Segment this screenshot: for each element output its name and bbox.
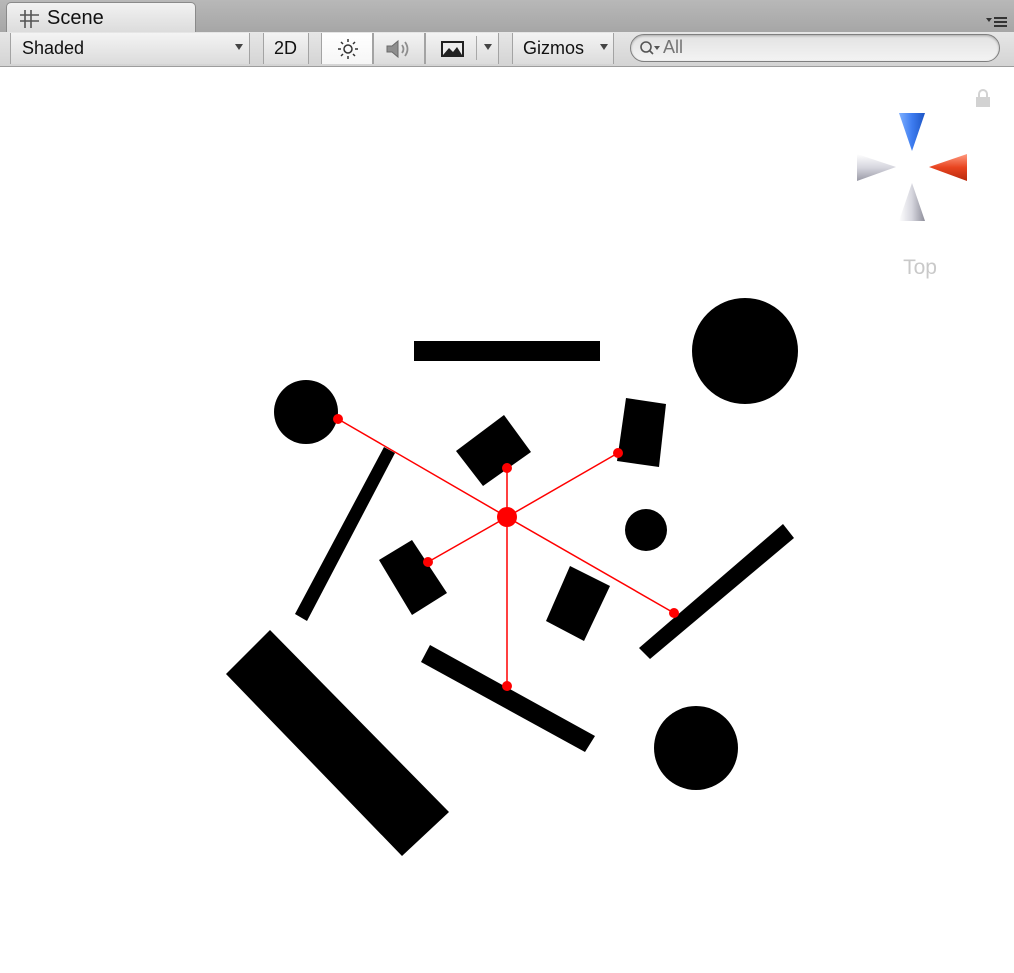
view-orientation-label[interactable]: Top: [880, 256, 960, 280]
bar-top[interactable]: [414, 341, 600, 361]
search-icon[interactable]: [639, 40, 663, 61]
hierarchy-search-field[interactable]: [630, 34, 1000, 62]
image-icon: [440, 39, 466, 64]
scene-tab[interactable]: Scene: [6, 2, 196, 32]
gizmos-label: Gizmos: [523, 38, 585, 58]
circle-large[interactable]: [692, 298, 798, 404]
bar-large-bottom-left[interactable]: [226, 630, 449, 856]
axis-left-arrow-icon[interactable]: [857, 154, 896, 181]
lock-icon[interactable]: [975, 89, 991, 114]
bar-bottom-middle[interactable]: [421, 645, 595, 752]
joint-anchor[interactable]: [333, 414, 343, 424]
center-anchor-joint[interactable]: [497, 507, 517, 527]
circle-left[interactable]: [274, 380, 338, 444]
joint-anchor[interactable]: [423, 557, 433, 567]
joint-anchor[interactable]: [669, 608, 679, 618]
joint-anchor[interactable]: [613, 448, 623, 458]
scene-lighting-toggle[interactable]: [321, 33, 373, 64]
chevron-down-icon: [600, 44, 608, 50]
scene-grid-icon: [19, 9, 41, 34]
mode-2d-label: 2D: [274, 38, 298, 58]
bar-left-diagonal[interactable]: [295, 447, 395, 621]
box-upper-middle[interactable]: [456, 415, 531, 486]
chevron-down-icon: [235, 44, 243, 50]
search-input[interactable]: [663, 37, 983, 57]
speaker-icon: [385, 38, 415, 65]
circle-small[interactable]: [625, 509, 667, 551]
scene-audio-toggle[interactable]: [373, 33, 425, 64]
bar-right-diagonal[interactable]: [639, 524, 794, 659]
tab-bar: Scene: [0, 0, 1014, 33]
orientation-gizmo[interactable]: [850, 105, 974, 229]
circle-bottom[interactable]: [654, 706, 738, 790]
mode-2d-button[interactable]: 2D: [263, 33, 309, 64]
joint-anchor[interactable]: [502, 681, 512, 691]
panel-menu-icon[interactable]: [986, 14, 1008, 28]
axis-up-arrow-icon[interactable]: [899, 113, 925, 151]
draw-mode-label: Shaded: [22, 38, 85, 58]
sun-icon: [337, 38, 359, 65]
tab-title: Scene: [47, 7, 104, 29]
box-middle-right[interactable]: [546, 566, 610, 641]
draw-mode-dropdown[interactable]: Shaded: [10, 33, 250, 64]
joint-anchor[interactable]: [502, 463, 512, 473]
box-middle-left[interactable]: [379, 540, 447, 615]
gizmos-dropdown[interactable]: Gizmos: [512, 33, 614, 64]
chevron-down-icon[interactable]: [484, 44, 492, 50]
scene-effects-dropdown[interactable]: [425, 33, 499, 64]
axis-right-arrow-icon[interactable]: [929, 154, 967, 181]
axis-down-arrow-icon[interactable]: [899, 183, 925, 221]
box-upper-right[interactable]: [617, 398, 666, 467]
split-divider: [476, 36, 477, 60]
